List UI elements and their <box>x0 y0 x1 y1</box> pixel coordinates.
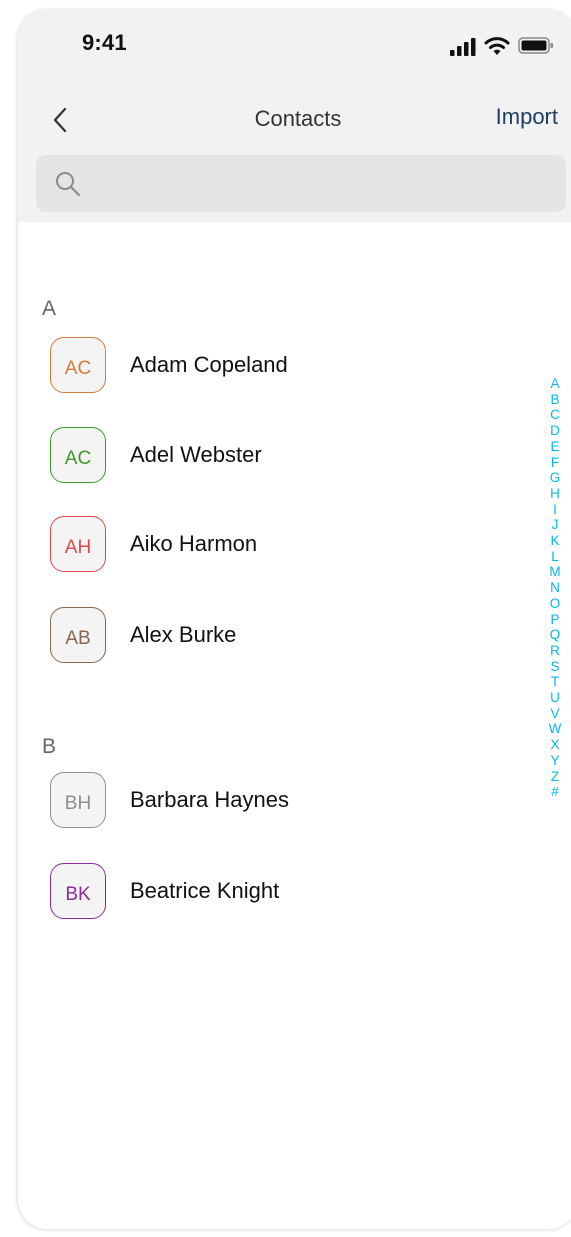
contact-name: Barbara Haynes <box>130 787 289 812</box>
phone-screen: 9:41 Contacts Import A AC Adam Copeland … <box>18 10 571 1229</box>
contact-name: Adel Webster <box>130 442 262 467</box>
index-letter[interactable]: D <box>520 423 571 439</box>
index-letter[interactable]: J <box>520 517 571 533</box>
avatar: BH <box>50 772 106 828</box>
index-letter[interactable]: O <box>520 596 571 612</box>
section-header-a: A <box>42 297 57 320</box>
contact-row[interactable]: AH Aiko Harmon <box>48 516 528 578</box>
avatar: AH <box>50 516 106 572</box>
contact-name: Alex Burke <box>130 622 237 647</box>
index-letter[interactable]: F <box>520 455 571 471</box>
index-letter[interactable]: B <box>520 392 571 408</box>
index-letter[interactable]: M <box>520 564 571 580</box>
contact-name: Adam Copeland <box>130 352 288 377</box>
index-letter[interactable]: S <box>520 659 571 675</box>
index-letter[interactable]: P <box>520 612 571 628</box>
avatar: AC <box>50 337 106 393</box>
search-input[interactable] <box>88 167 552 201</box>
avatar: BK <box>50 863 106 919</box>
index-letter[interactable]: T <box>520 674 571 690</box>
index-letter[interactable]: V <box>520 706 571 722</box>
contact-row[interactable]: AB Alex Burke <box>48 607 528 669</box>
index-letter[interactable]: R <box>520 643 571 659</box>
alphabet-index[interactable]: A B C D E F G H I J K L M N O P Q R S T U V W X Y Z # <box>520 376 571 800</box>
section-header-b: B <box>42 735 57 758</box>
contact-name: Aiko Harmon <box>130 531 258 556</box>
index-letter[interactable]: Q <box>520 627 571 643</box>
index-letter[interactable]: W <box>520 721 571 737</box>
index-letter[interactable]: X <box>520 737 571 753</box>
index-letter[interactable]: Z <box>520 769 571 785</box>
wifi-icon <box>484 37 510 55</box>
import-button[interactable]: Import <box>496 104 558 130</box>
contact-row[interactable]: BK Beatrice Knight <box>48 863 528 925</box>
page-title: Contacts <box>254 106 342 131</box>
status-time: 9:41 <box>82 30 127 55</box>
index-letter[interactable]: U <box>520 690 571 706</box>
avatar: AB <box>50 607 106 663</box>
index-letter[interactable]: Y <box>520 753 571 769</box>
contact-row[interactable]: AC Adel Webster <box>48 427 528 489</box>
index-letter[interactable]: E <box>520 439 571 455</box>
index-letter[interactable]: # <box>520 784 571 800</box>
status-icons <box>450 34 560 58</box>
index-letter[interactable]: I <box>520 502 571 518</box>
index-letter[interactable]: N <box>520 580 571 596</box>
index-letter[interactable]: L <box>520 549 571 565</box>
search-icon <box>56 172 81 197</box>
avatar: AC <box>50 427 106 483</box>
index-letter[interactable]: H <box>520 486 571 502</box>
contact-row[interactable]: AC Adam Copeland <box>48 337 528 399</box>
search-bar[interactable] <box>36 155 566 212</box>
signal-icon <box>450 38 476 56</box>
contact-name: Beatrice Knight <box>130 878 280 903</box>
battery-icon <box>518 37 553 54</box>
index-letter[interactable]: K <box>520 533 571 549</box>
index-letter[interactable]: A <box>520 376 571 392</box>
header-area: 9:41 Contacts Import <box>18 10 571 222</box>
index-letter[interactable]: C <box>520 407 571 423</box>
contact-row[interactable]: BH Barbara Haynes <box>48 772 528 834</box>
index-letter[interactable]: G <box>520 470 571 486</box>
